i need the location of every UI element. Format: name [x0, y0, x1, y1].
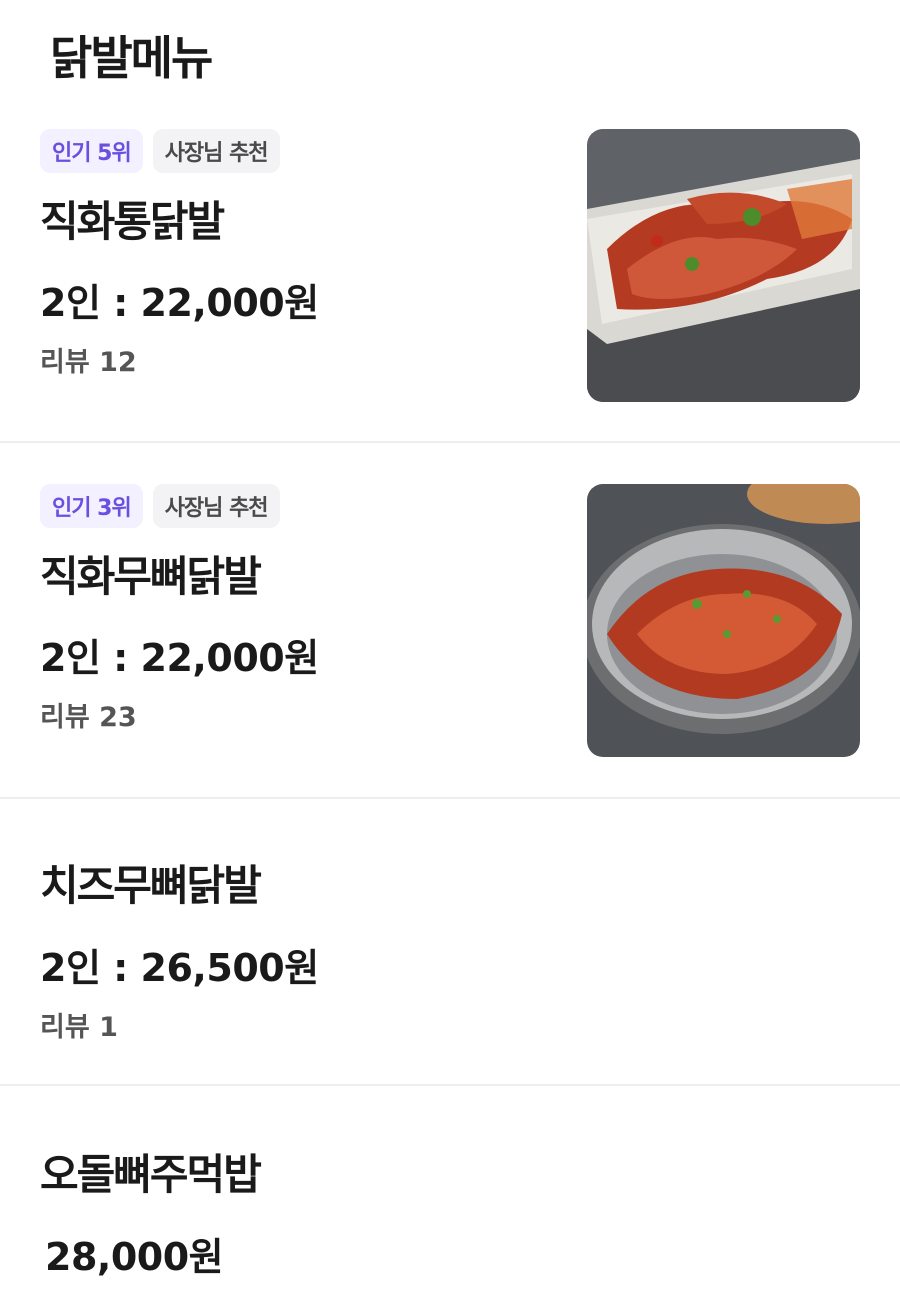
menu-item-photo [587, 129, 860, 402]
menu-item-price: 2인 : 22,000원 [40, 636, 319, 680]
menu-item-3[interactable]: 치즈무뼈닭발 2인 : 26,500원 리뷰 1 [0, 799, 900, 1086]
menu-item-name: 오돌뼈주먹밥 [40, 1150, 262, 1199]
menu-item-reviews: 리뷰 12 [40, 347, 137, 378]
badge-group: 인기 3위 사장님 추천 [40, 484, 280, 528]
menu-item-name: 치즈무뼈닭발 [40, 861, 262, 910]
popularity-rank-badge: 인기 3위 [40, 484, 143, 528]
badge-group: 인기 5위 사장님 추천 [40, 129, 280, 173]
owner-recommend-badge: 사장님 추천 [152, 129, 280, 173]
menu-item-price: 2인 : 26,500원 [40, 946, 319, 990]
menu-item-price: 28,000원 [45, 1235, 224, 1279]
menu-item-reviews: 리뷰 23 [40, 702, 137, 733]
menu-item-name: 직화무뼈닭발 [40, 552, 262, 601]
menu-item-4[interactable]: 오돌뼈주먹밥 28,000원 [0, 1086, 900, 1307]
menu-item-2[interactable]: 인기 3위 사장님 추천 직화무뼈닭발 2인 : 22,000원 리뷰 23 [0, 443, 900, 799]
popularity-rank-badge: 인기 5위 [40, 129, 143, 173]
owner-recommend-badge: 사장님 추천 [152, 484, 280, 528]
menu-item-1[interactable]: 인기 5위 사장님 추천 직화통닭발 2인 : 22,000원 리뷰 12 [0, 0, 900, 443]
menu-item-photo [587, 484, 860, 757]
menu-item-reviews: 리뷰 1 [40, 1012, 118, 1043]
menu-item-price: 2인 : 22,000원 [40, 281, 319, 325]
menu-item-name: 직화통닭발 [40, 197, 225, 246]
